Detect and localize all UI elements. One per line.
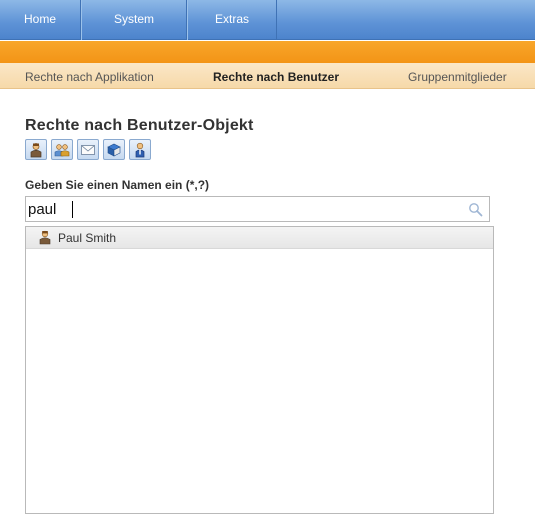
search-prompt-label: Geben Sie einen Namen ein (*,?) [25,178,210,192]
mail-filter-button[interactable] [77,139,99,160]
search-results-list: Paul Smith [25,226,494,514]
user-filter-button[interactable] [25,139,47,160]
result-label: Paul Smith [58,231,117,245]
group-filter-button[interactable] [51,139,73,160]
list-item[interactable]: Paul Smith [26,227,493,249]
book-filter-button[interactable] [103,139,125,160]
sub-navigation: Rechte nach Applikation Rechte nach Benu… [0,63,535,89]
person-blue-icon [135,142,145,157]
tab-system[interactable]: System [81,0,187,40]
subnav-rechte-nach-applikation[interactable]: Rechte nach Applikation [25,63,154,89]
search-box [25,196,490,222]
search-icon[interactable] [468,202,483,217]
search-input[interactable] [26,197,466,221]
subnav-gruppenmitglieder[interactable]: Gruppenmitglieder [408,63,507,89]
subnav-rechte-nach-benutzer[interactable]: Rechte nach Benutzer [213,63,339,89]
group-icon [54,143,70,156]
tab-home[interactable]: Home [0,0,81,40]
mail-icon [81,144,95,155]
book-icon [107,143,121,156]
user-icon [39,230,51,245]
text-caret [72,201,73,218]
top-navigation: Home System Extras [0,0,535,40]
accent-bar [0,41,535,63]
page-title: Rechte nach Benutzer-Objekt [25,117,254,134]
person-filter-button[interactable] [129,139,151,160]
user-icon [30,142,42,157]
tab-extras[interactable]: Extras [187,0,277,40]
